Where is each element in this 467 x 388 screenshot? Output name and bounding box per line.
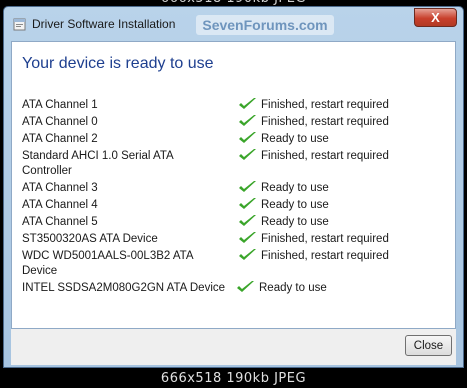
green-check-icon — [238, 114, 257, 128]
device-list: ATA Channel 1 Finished, restart required… — [22, 98, 452, 298]
list-item: ATA Channel 1 Finished, restart required — [22, 98, 452, 113]
device-name: ATA Channel 1 — [22, 99, 98, 111]
green-check-icon — [236, 280, 255, 294]
close-button[interactable]: Close — [405, 335, 452, 356]
window-title: Driver Software Installation — [32, 17, 176, 31]
device-status: Ready to use — [236, 280, 327, 296]
device-status: Ready to use — [238, 131, 329, 147]
device-name: ATA Channel 2 — [22, 133, 98, 145]
driver-install-icon — [13, 17, 26, 31]
device-status: Finished, restart required — [238, 114, 389, 130]
device-status: Finished, restart required — [238, 248, 389, 264]
green-check-icon — [238, 248, 257, 262]
page-title: Your device is ready to use — [22, 55, 214, 72]
driver-install-window: Driver Software Installation SevenForums… — [3, 6, 464, 368]
list-item: ATA Channel 4 Ready to use — [22, 198, 452, 213]
dialog-footer: Close — [11, 329, 456, 365]
list-item: Standard AHCI 1.0 Serial ATA Controller … — [22, 149, 452, 179]
device-name: Standard AHCI 1.0 Serial ATA Controller — [22, 150, 174, 177]
green-check-icon — [238, 197, 257, 211]
device-status: Finished, restart required — [238, 97, 389, 113]
green-check-icon — [238, 231, 257, 245]
green-check-icon — [238, 148, 257, 162]
device-name: WDC WD5001AALS-00L3B2 ATA Device — [22, 250, 193, 277]
list-item: ST3500320AS ATA Device Finished, restart… — [22, 232, 452, 247]
device-status: Ready to use — [238, 180, 329, 196]
device-name: ATA Channel 0 — [22, 116, 98, 128]
title-bar[interactable]: Driver Software Installation SevenForums… — [4, 7, 463, 41]
window-close-button[interactable]: X — [414, 8, 457, 27]
green-check-icon — [238, 97, 257, 111]
content-panel: Your device is ready to use ATA Channel … — [11, 41, 456, 329]
list-item: ATA Channel 3 Ready to use — [22, 181, 452, 196]
device-status: Ready to use — [238, 214, 329, 230]
device-name: ATA Channel 3 — [22, 182, 98, 194]
device-status: Finished, restart required — [238, 148, 389, 164]
close-icon: X — [431, 10, 440, 25]
image-caption: 666x518 190kb JPEG — [0, 369, 467, 388]
green-check-icon — [238, 131, 257, 145]
green-check-icon — [238, 214, 257, 228]
list-item: ATA Channel 5 Ready to use — [22, 215, 452, 230]
list-item: INTEL SSDSA2M080G2GN ATA Device Ready to… — [22, 281, 452, 296]
device-name: ATA Channel 4 — [22, 199, 98, 211]
device-status: Ready to use — [238, 197, 329, 213]
device-status: Finished, restart required — [238, 231, 389, 247]
device-name: ATA Channel 5 — [22, 216, 98, 228]
list-item: ATA Channel 2 Ready to use — [22, 132, 452, 147]
green-check-icon — [238, 180, 257, 194]
list-item: ATA Channel 0 Finished, restart required — [22, 115, 452, 130]
watermark-logo: SevenForums.com — [196, 15, 334, 35]
device-name: INTEL SSDSA2M080G2GN ATA Device — [22, 282, 226, 294]
device-name: ST3500320AS ATA Device — [22, 233, 158, 245]
list-item: WDC WD5001AALS-00L3B2 ATA Device Finishe… — [22, 249, 452, 279]
